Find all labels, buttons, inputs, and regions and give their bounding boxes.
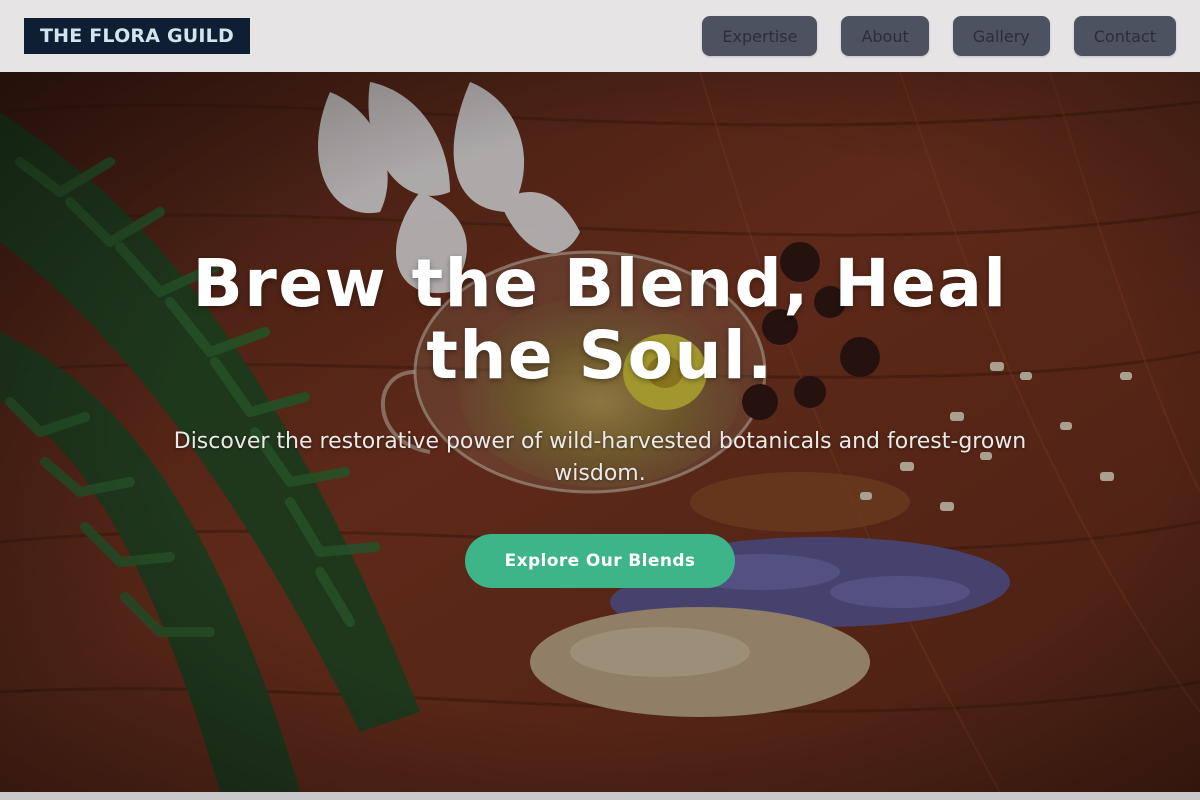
hero-subtitle: Discover the restorative power of wild-h… xyxy=(173,429,1027,486)
nav-item-contact[interactable]: Contact xyxy=(1073,16,1176,56)
nav-item-about[interactable]: About xyxy=(841,16,929,56)
hero-section: Brew the Blend, Heal the Soul. Discover … xyxy=(0,72,1200,792)
hero-title: Brew the Blend, Heal the Soul. xyxy=(192,245,1008,394)
page-bottom-edge xyxy=(0,792,1200,800)
main-nav: Expertise About Gallery Contact xyxy=(702,16,1176,56)
explore-blends-button[interactable]: Explore Our Blends xyxy=(464,534,736,588)
site-header: THE FLORA GUILD Expertise About Gallery … xyxy=(0,0,1200,72)
nav-item-expertise[interactable]: Expertise xyxy=(702,16,818,56)
nav-item-gallery[interactable]: Gallery xyxy=(952,16,1050,56)
hero-content: Brew the Blend, Heal the Soul. Discover … xyxy=(0,72,1200,792)
brand-logo[interactable]: THE FLORA GUILD xyxy=(24,18,250,54)
